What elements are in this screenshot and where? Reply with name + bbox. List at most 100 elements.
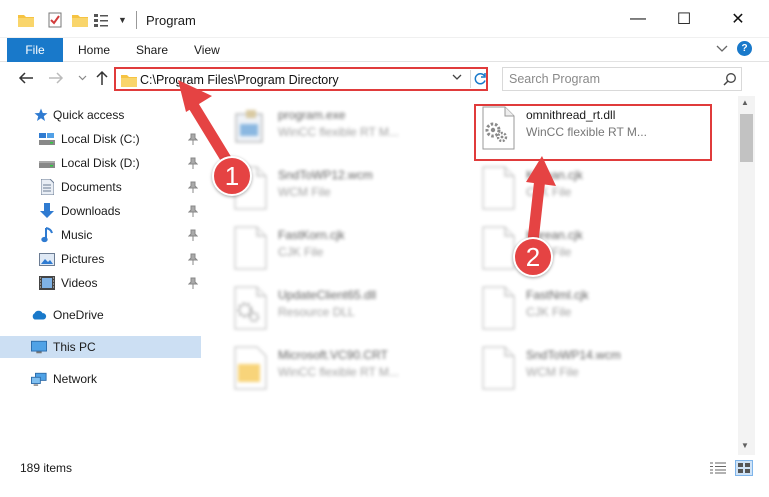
pictures-icon: [39, 251, 55, 267]
file-item[interactable]: FastKorn.cjk CJK File: [232, 224, 472, 274]
pin-icon[interactable]: [187, 253, 199, 268]
vertical-scrollbar[interactable]: ▲ ▼: [738, 96, 755, 455]
sidebar-item-videos[interactable]: Videos: [0, 272, 204, 294]
file-description: WCM File: [278, 185, 331, 199]
file-description: WinCC flexible RT M...: [278, 365, 399, 379]
sidebar-item-local-disk-c[interactable]: Local Disk (C:): [0, 128, 204, 150]
file-item[interactable]: Korean.cjk CJK File: [480, 164, 720, 214]
customize-toolbar-chevron-down-icon[interactable]: ▼: [118, 11, 130, 29]
title-bar: ▼ Program — ☐ ✕: [0, 0, 769, 38]
details-view-icon[interactable]: [710, 462, 726, 477]
pin-icon[interactable]: [187, 157, 199, 172]
file-item[interactable]: Microsoft.VC90.CRT WinCC flexible RT M..…: [232, 344, 472, 394]
sidebar-item-network[interactable]: Network: [0, 368, 204, 390]
close-button[interactable]: ✕: [707, 0, 769, 38]
file-name: Microsoft.VC90.CRT: [278, 348, 388, 362]
pin-icon[interactable]: [187, 181, 199, 196]
annotation-badge-2: 2: [513, 237, 553, 277]
sidebar-item-label: Local Disk (C:): [61, 132, 140, 146]
address-bar[interactable]: C:\Program Files\Program Directory: [114, 67, 488, 91]
blank-file-icon: [480, 166, 516, 210]
search-icon[interactable]: [723, 72, 737, 89]
sidebar-item-downloads[interactable]: Downloads: [0, 200, 204, 222]
highlight-box: [474, 104, 712, 161]
sidebar-item-label: OneDrive: [53, 308, 104, 322]
search-input[interactable]: [509, 71, 709, 87]
new-folder-icon[interactable]: [72, 11, 90, 29]
tab-home[interactable]: Home: [78, 38, 110, 62]
file-description: CJK File: [278, 245, 324, 259]
sidebar-item-this-pc[interactable]: This PC: [0, 336, 201, 358]
network-icon: [31, 371, 47, 387]
sidebar-item-onedrive[interactable]: OneDrive: [0, 304, 204, 326]
sidebar-item-label: Local Disk (D:): [61, 156, 140, 170]
maximize-button[interactable]: ☐: [661, 0, 707, 38]
this-pc-icon: [31, 339, 47, 355]
blank-file-icon: [480, 346, 516, 390]
blank-file-icon: [480, 226, 516, 270]
file-item[interactable]: SndToWP12.wcm WCM File: [232, 164, 472, 214]
file-name: FastNml.cjk: [526, 288, 589, 302]
item-count: 189 items: [20, 461, 73, 475]
file-name: Korean.cjk: [526, 168, 583, 182]
local-disk-icon: [39, 155, 55, 171]
file-item[interactable]: SndToWP14.wcm WCM File: [480, 344, 720, 394]
window-title: Program: [146, 13, 196, 28]
sidebar-item-documents[interactable]: Documents: [0, 176, 204, 198]
file-name: program.exe: [278, 108, 346, 122]
title-separator: [136, 11, 137, 29]
sidebar-item-quick-access[interactable]: Quick access: [0, 104, 204, 126]
downloads-icon: [39, 203, 55, 219]
dll-gear-icon: [232, 286, 268, 330]
address-history-chevron-icon[interactable]: [452, 73, 462, 84]
search-box[interactable]: [502, 67, 742, 91]
view-options-icon[interactable]: [94, 11, 114, 29]
file-item[interactable]: program.exe WinCC flexible RT M...: [232, 104, 472, 154]
status-bar: 189 items: [0, 455, 769, 497]
expand-ribbon-chevron-icon[interactable]: [716, 42, 728, 56]
sidebar-item-music[interactable]: Music: [0, 224, 204, 246]
forward-arrow-icon[interactable]: [46, 68, 66, 88]
tab-share[interactable]: Share: [136, 38, 168, 62]
sidebar-item-label: Quick access: [53, 108, 125, 122]
sidebar-item-label: Documents: [61, 180, 122, 194]
refresh-icon: [474, 73, 486, 85]
sidebar-item-label: Music: [61, 228, 93, 242]
sidebar-item-pictures[interactable]: Pictures: [0, 248, 204, 270]
tab-file[interactable]: File: [7, 38, 63, 62]
sidebar-item-label: Pictures: [61, 252, 105, 266]
scroll-down-icon[interactable]: ▼: [741, 441, 749, 450]
scroll-up-icon[interactable]: ▲: [741, 98, 749, 107]
documents-icon: [39, 179, 55, 195]
pin-icon[interactable]: [187, 229, 199, 244]
help-icon[interactable]: ?: [737, 41, 752, 56]
refresh-button[interactable]: [470, 70, 488, 88]
recent-locations-chevron-icon[interactable]: [72, 68, 92, 88]
up-arrow-icon[interactable]: [92, 68, 112, 88]
pin-icon[interactable]: [187, 133, 199, 148]
address-path[interactable]: C:\Program Files\Program Directory: [140, 73, 339, 87]
annotation-badge-1: 1: [212, 156, 252, 196]
file-name: SndToWP14.wcm: [526, 348, 621, 362]
sidebar-item-label: Network: [53, 372, 98, 386]
large-icons-view-icon[interactable]: [735, 460, 753, 476]
sidebar-item-local-disk-d[interactable]: Local Disk (D:): [0, 152, 204, 174]
exe-icon: [232, 106, 268, 150]
minimize-icon: —: [630, 10, 646, 27]
properties-check-icon[interactable]: [48, 11, 66, 29]
close-icon: ✕: [731, 11, 745, 28]
sidebar-item-label: Videos: [61, 276, 98, 290]
blank-file-icon: [480, 286, 516, 330]
scrollbar-thumb[interactable]: [740, 114, 753, 162]
minimize-button[interactable]: —: [615, 0, 661, 38]
file-item[interactable]: FastNml.cjk CJK File: [480, 284, 720, 334]
videos-icon: [39, 275, 55, 291]
file-item[interactable]: UpdateClient65.dll Resource DLL: [232, 284, 472, 334]
maximize-icon: ☐: [676, 11, 692, 28]
tab-view[interactable]: View: [194, 38, 220, 62]
file-name: UpdateClient65.dll: [278, 288, 377, 302]
pin-icon[interactable]: [187, 277, 199, 292]
file-description: WinCC flexible RT M...: [278, 125, 399, 139]
pin-icon[interactable]: [187, 205, 199, 220]
back-arrow-icon[interactable]: [16, 68, 36, 88]
